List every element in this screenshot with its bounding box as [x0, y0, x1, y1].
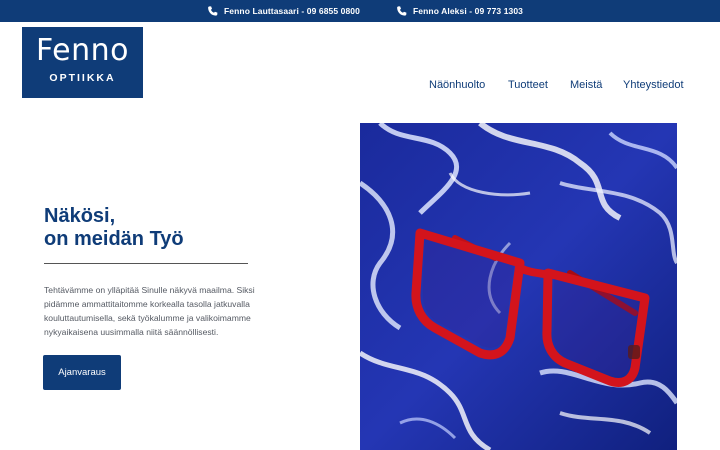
red-glasses-on-blue-paint-illustration — [360, 123, 677, 450]
nav-item-meista[interactable]: Meistä — [570, 79, 602, 91]
hero-title-line-2: on meidän Työ — [44, 228, 184, 250]
phone-icon — [207, 5, 218, 17]
hero-title-line-1: Näkösi, — [44, 205, 116, 227]
nav-item-naonhuolto[interactable]: Näönhuolto — [429, 79, 485, 91]
contact-aleksi-link[interactable]: Fenno Aleksi - 09 773 1303 — [396, 0, 523, 22]
hero-glasses-image — [360, 123, 677, 450]
top-contact-bar: Fenno Lauttasaari - 09 6855 0800 Fenno A… — [0, 0, 720, 22]
main-nav: Näönhuolto Tuotteet Meistä Yhteystiedot — [0, 79, 720, 95]
nav-item-yhteystiedot[interactable]: Yhteystiedot — [623, 79, 684, 91]
contact-lauttasaari-link[interactable]: Fenno Lauttasaari - 09 6855 0800 — [207, 0, 360, 22]
hero-description: Tehtävämme on ylläpitää Sinulle näkyvä m… — [44, 285, 255, 337]
appointment-button[interactable]: Ajanvaraus — [43, 355, 121, 390]
hero-title: Näkösi, on meidän Työ — [44, 205, 184, 251]
contact-lauttasaari-label: Fenno Lauttasaari - 09 6855 0800 — [224, 6, 360, 16]
hero-divider — [44, 263, 248, 264]
phone-icon — [396, 5, 407, 17]
nav-item-tuotteet[interactable]: Tuotteet — [508, 79, 548, 91]
contact-aleksi-label: Fenno Aleksi - 09 773 1303 — [413, 6, 524, 16]
logo-name: Fenno — [36, 33, 129, 68]
